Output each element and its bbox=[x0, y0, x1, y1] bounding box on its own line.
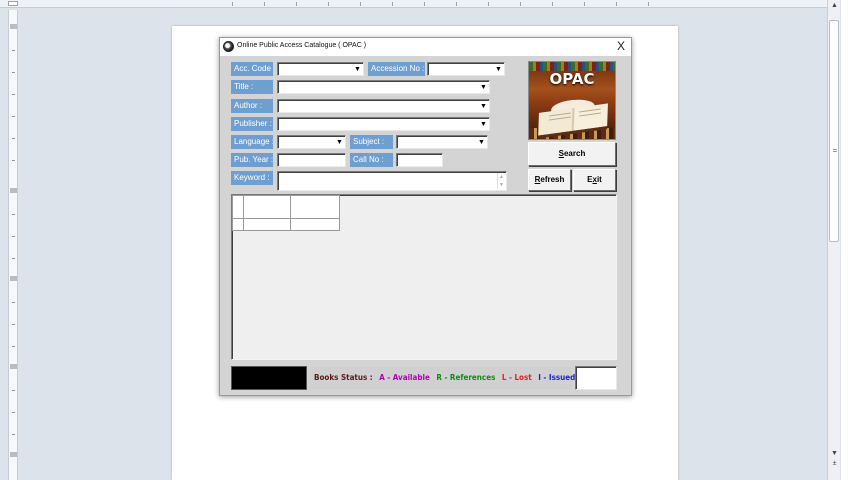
arrow-down-icon[interactable]: ▼ bbox=[477, 137, 486, 147]
status-indicator bbox=[231, 366, 307, 390]
acc-code-combo[interactable]: ▼ bbox=[277, 62, 364, 76]
keyword-field[interactable]: ▲ ▼ bbox=[277, 171, 507, 191]
acc-code-label: Acc. Code : bbox=[231, 62, 273, 76]
grid-header-cell[interactable] bbox=[243, 195, 291, 219]
pub-year-label: Pub. Year : bbox=[231, 153, 273, 167]
pub-year-field[interactable] bbox=[277, 153, 346, 167]
language-label: Language : bbox=[231, 135, 273, 149]
author-label: Author : bbox=[231, 99, 273, 113]
keyword-scrollbar[interactable]: ▲ ▼ bbox=[497, 173, 505, 189]
keyword-label: Keyword : bbox=[231, 171, 273, 185]
legend-lost: L - Lost bbox=[501, 373, 532, 382]
opac-window: Online Public Access Catalogue ( OPAC ) … bbox=[219, 37, 632, 396]
grid-cell[interactable] bbox=[290, 218, 340, 231]
search-button[interactable]: Search bbox=[528, 142, 616, 166]
results-grid[interactable] bbox=[231, 194, 617, 360]
close-icon[interactable]: X bbox=[617, 39, 625, 53]
refresh-button-label: efresh bbox=[540, 175, 565, 184]
logo-text: OPAC bbox=[549, 70, 595, 88]
arrow-down-icon[interactable]: ▼ bbox=[494, 64, 503, 74]
title-label: Title : bbox=[231, 80, 273, 94]
accession-no-label: Accession No : bbox=[368, 62, 425, 76]
books-status-legend: Books Status : A - Available R - Referen… bbox=[310, 367, 576, 389]
arrow-down-icon[interactable]: ▼ bbox=[479, 101, 488, 111]
search-button-label: earch bbox=[563, 149, 586, 158]
publisher-combo[interactable]: ▼ bbox=[277, 117, 490, 131]
scroll-up-icon[interactable]: ▲ bbox=[830, 2, 839, 10]
subject-combo[interactable]: ▼ bbox=[396, 135, 488, 149]
legend-available: A - Available bbox=[379, 373, 430, 382]
author-combo[interactable]: ▼ bbox=[277, 99, 490, 113]
app-icon bbox=[223, 41, 234, 52]
opac-logo-image: OPAC bbox=[528, 61, 616, 140]
exit-button-label: Exit bbox=[587, 175, 602, 184]
arrow-down-icon[interactable]: ▼ bbox=[479, 119, 488, 129]
status-prefix: Books Status : bbox=[314, 373, 373, 382]
call-no-field[interactable] bbox=[396, 153, 443, 167]
accession-no-combo[interactable]: ▼ bbox=[427, 62, 505, 76]
grid-header-cell[interactable] bbox=[290, 195, 340, 219]
language-combo[interactable]: ▼ bbox=[277, 135, 346, 149]
window-edge bbox=[841, 0, 854, 480]
call-no-label: Call No : bbox=[350, 153, 393, 167]
scrollbar-thumb[interactable] bbox=[829, 20, 839, 242]
title-bar: Online Public Access Catalogue ( OPAC ) … bbox=[220, 38, 631, 56]
vertical-ruler bbox=[8, 10, 18, 480]
scroll-down-icon[interactable]: ▼ bbox=[830, 450, 839, 458]
arrow-down-icon[interactable]: ▼ bbox=[479, 82, 488, 92]
title-combo[interactable]: ▼ bbox=[277, 80, 490, 94]
status-count-box bbox=[575, 366, 617, 390]
grid-cell[interactable] bbox=[243, 218, 291, 231]
exit-button[interactable]: Exit bbox=[573, 169, 616, 191]
subject-label: Subject : bbox=[350, 135, 393, 149]
legend-issued: I - Issued bbox=[538, 373, 576, 382]
vertical-scrollbar[interactable]: ▲ ▼ ± bbox=[827, 0, 840, 480]
horizontal-ruler bbox=[0, 0, 827, 8]
refresh-button[interactable]: Refresh bbox=[528, 169, 571, 191]
previous-page-icon[interactable]: ± bbox=[830, 460, 839, 468]
arrow-down-icon[interactable]: ▼ bbox=[335, 137, 344, 147]
window-title: Online Public Access Catalogue ( OPAC ) bbox=[237, 42, 367, 49]
legend-references: R - References bbox=[436, 373, 496, 382]
arrow-down-icon[interactable]: ▼ bbox=[353, 64, 362, 74]
tab-stop-selector[interactable] bbox=[8, 1, 18, 6]
publisher-label: Publisher : bbox=[231, 117, 273, 131]
